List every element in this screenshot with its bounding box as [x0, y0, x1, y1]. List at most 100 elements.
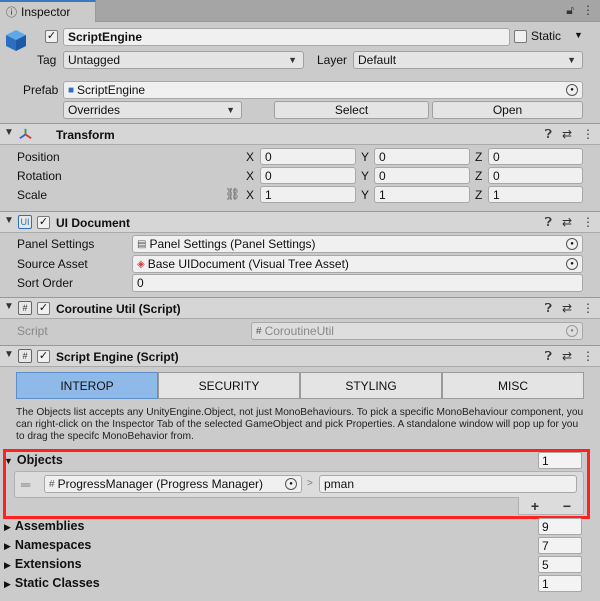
object-picker-icon[interactable]: ● [566, 84, 578, 96]
extensions-count-field[interactable]: 5 [538, 556, 582, 573]
axis-y-label: Y [361, 150, 370, 164]
foldout-icon[interactable]: ▼ [4, 301, 14, 312]
menu-icon[interactable]: ⋮ [582, 3, 594, 18]
axis-y-label: Y [361, 188, 370, 202]
axis-x-label: X [246, 150, 255, 164]
prefab-field[interactable]: ■ ScriptEngine ● [63, 81, 583, 99]
overrides-dropdown[interactable]: Overrides ▼ [63, 101, 242, 119]
coroutine-util-header[interactable]: ▼ # ✓ Coroutine Util (Script) ❓︎ ⇄ ⋮ [0, 297, 600, 319]
axis-z-label: Z [475, 188, 483, 202]
tab-styling[interactable]: STYLING [300, 372, 442, 399]
rotation-x-field[interactable]: 0 [260, 167, 356, 184]
ui-document-title: UI Document [56, 216, 131, 230]
open-button[interactable]: Open [432, 101, 583, 119]
component-menu-icon[interactable]: ⋮ [582, 301, 594, 316]
rotation-z-field[interactable]: 0 [488, 167, 583, 184]
tag-dropdown[interactable]: Untagged ▼ [63, 51, 304, 69]
script-icon: # [18, 349, 32, 363]
panel-settings-field[interactable]: ▤ Panel Settings (Panel Settings) ● [132, 235, 583, 253]
component-header-icons: ❓︎ ⇄ ⋮ [545, 349, 594, 364]
foldout-closed-icon: ▶ [4, 541, 11, 551]
position-x-field[interactable]: 0 [260, 148, 356, 165]
inspector-tabbar: ⓘ Inspector 🔓︎ ⋮ [0, 0, 600, 22]
presets-icon[interactable]: ⇄ [562, 215, 572, 230]
layer-dropdown[interactable]: Default ▼ [353, 51, 583, 69]
tag-value: Untagged [68, 53, 121, 67]
rotation-label: Rotation [17, 169, 62, 183]
namespaces-label: Namespaces [14, 538, 92, 552]
scale-link-icon[interactable]: ⛓︎ [225, 187, 240, 201]
overrides-label: Overrides [68, 103, 121, 117]
script-engine-header[interactable]: ▼ # ✓ Script Engine (Script) ❓︎ ⇄ ⋮ [0, 345, 600, 367]
static-classes-foldout[interactable]: ▶ Static Classes [4, 576, 100, 590]
object-picker-icon[interactable]: ● [566, 238, 578, 250]
namespaces-count-field[interactable]: 7 [538, 537, 582, 554]
presets-icon[interactable]: ⇄ [562, 349, 572, 364]
prefab-value: ScriptEngine [77, 83, 146, 97]
tab-security[interactable]: SECURITY [158, 372, 300, 399]
chevron-down-icon: ▼ [288, 55, 297, 65]
info-icon: ⓘ [6, 7, 17, 19]
coroutine-util-enabled-checkbox[interactable]: ✓ [37, 302, 50, 315]
help-icon[interactable]: ❓︎ [545, 349, 552, 364]
assemblies-label: Assemblies [14, 519, 85, 533]
axis-x-label: X [246, 188, 255, 202]
tab-inspector[interactable]: ⓘ Inspector [0, 0, 96, 22]
tab-misc[interactable]: MISC [442, 372, 584, 399]
presets-icon[interactable]: ⇄ [562, 301, 572, 316]
source-asset-value: Base UIDocument (Visual Tree Asset) [147, 257, 349, 271]
ui-document-enabled-checkbox[interactable]: ✓ [37, 216, 50, 229]
component-menu-icon[interactable]: ⋮ [582, 127, 594, 142]
component-menu-icon[interactable]: ⋮ [582, 349, 594, 364]
position-y-field[interactable]: 0 [374, 148, 470, 165]
chevron-down-icon: ▼ [226, 105, 235, 115]
static-classes-label: Static Classes [14, 576, 100, 590]
sort-order-field[interactable]: 0 [132, 274, 583, 292]
gameobject-name-field[interactable]: ScriptEngine [63, 28, 510, 46]
prefab-icon: ■ [68, 84, 75, 96]
presets-icon[interactable]: ⇄ [562, 127, 572, 142]
extensions-foldout[interactable]: ▶ Extensions [4, 557, 82, 571]
script-label: Script [17, 324, 48, 338]
scale-label: Scale [17, 188, 48, 202]
ui-document-header[interactable]: ▼ UI ✓ UI Document ❓︎ ⇄ ⋮ [0, 211, 600, 233]
scale-z-field[interactable]: 1 [488, 186, 583, 203]
highlight-box [3, 449, 590, 519]
source-asset-field[interactable]: ◈ Base UIDocument (Visual Tree Asset) ● [132, 255, 583, 273]
foldout-icon[interactable]: ▼ [4, 349, 14, 360]
object-picker-icon[interactable]: ● [566, 258, 578, 270]
active-checkbox[interactable]: ✓ [45, 30, 58, 43]
static-checkbox[interactable] [514, 30, 527, 43]
foldout-closed-icon: ▶ [4, 579, 11, 589]
help-icon[interactable]: ❓︎ [545, 301, 552, 316]
position-z-field[interactable]: 0 [488, 148, 583, 165]
transform-title: Transform [56, 128, 115, 142]
lock-icon[interactable]: 🔓︎ [566, 3, 574, 18]
scale-y-field[interactable]: 1 [374, 186, 470, 203]
object-picker-icon: ● [566, 325, 578, 337]
scale-x-field[interactable]: 1 [260, 186, 356, 203]
component-menu-icon[interactable]: ⋮ [582, 215, 594, 230]
transform-header[interactable]: ▼ Transform ❓︎ ⇄ ⋮ [0, 123, 600, 145]
namespaces-foldout[interactable]: ▶ Namespaces [4, 538, 91, 552]
component-header-icons: ❓︎ ⇄ ⋮ [545, 127, 594, 142]
script-engine-enabled-checkbox[interactable]: ✓ [37, 350, 50, 363]
assemblies-foldout[interactable]: ▶ Assemblies [4, 519, 84, 533]
chevron-down-icon: ▼ [567, 55, 576, 65]
foldout-icon[interactable]: ▼ [4, 215, 14, 226]
help-icon[interactable]: ❓︎ [545, 215, 552, 230]
component-header-icons: ❓︎ ⇄ ⋮ [545, 215, 594, 230]
foldout-icon[interactable]: ▼ [4, 127, 14, 138]
script-engine-title: Script Engine (Script) [56, 350, 179, 364]
rotation-y-field[interactable]: 0 [374, 167, 470, 184]
ui-document-body: Panel Settings ▤ Panel Settings (Panel S… [0, 233, 600, 297]
select-button[interactable]: Select [274, 101, 429, 119]
assemblies-count-field[interactable]: 9 [538, 518, 582, 535]
script-value: CoroutineUtil [264, 324, 334, 338]
tab-interop[interactable]: INTEROP [16, 372, 158, 399]
static-dropdown-icon[interactable]: ▼ [574, 30, 583, 40]
static-classes-count-field[interactable]: 1 [538, 575, 582, 592]
help-icon[interactable]: ❓︎ [545, 127, 552, 142]
script-engine-tabs: INTEROP SECURITY STYLING MISC [16, 372, 584, 399]
layer-value: Default [358, 53, 397, 67]
